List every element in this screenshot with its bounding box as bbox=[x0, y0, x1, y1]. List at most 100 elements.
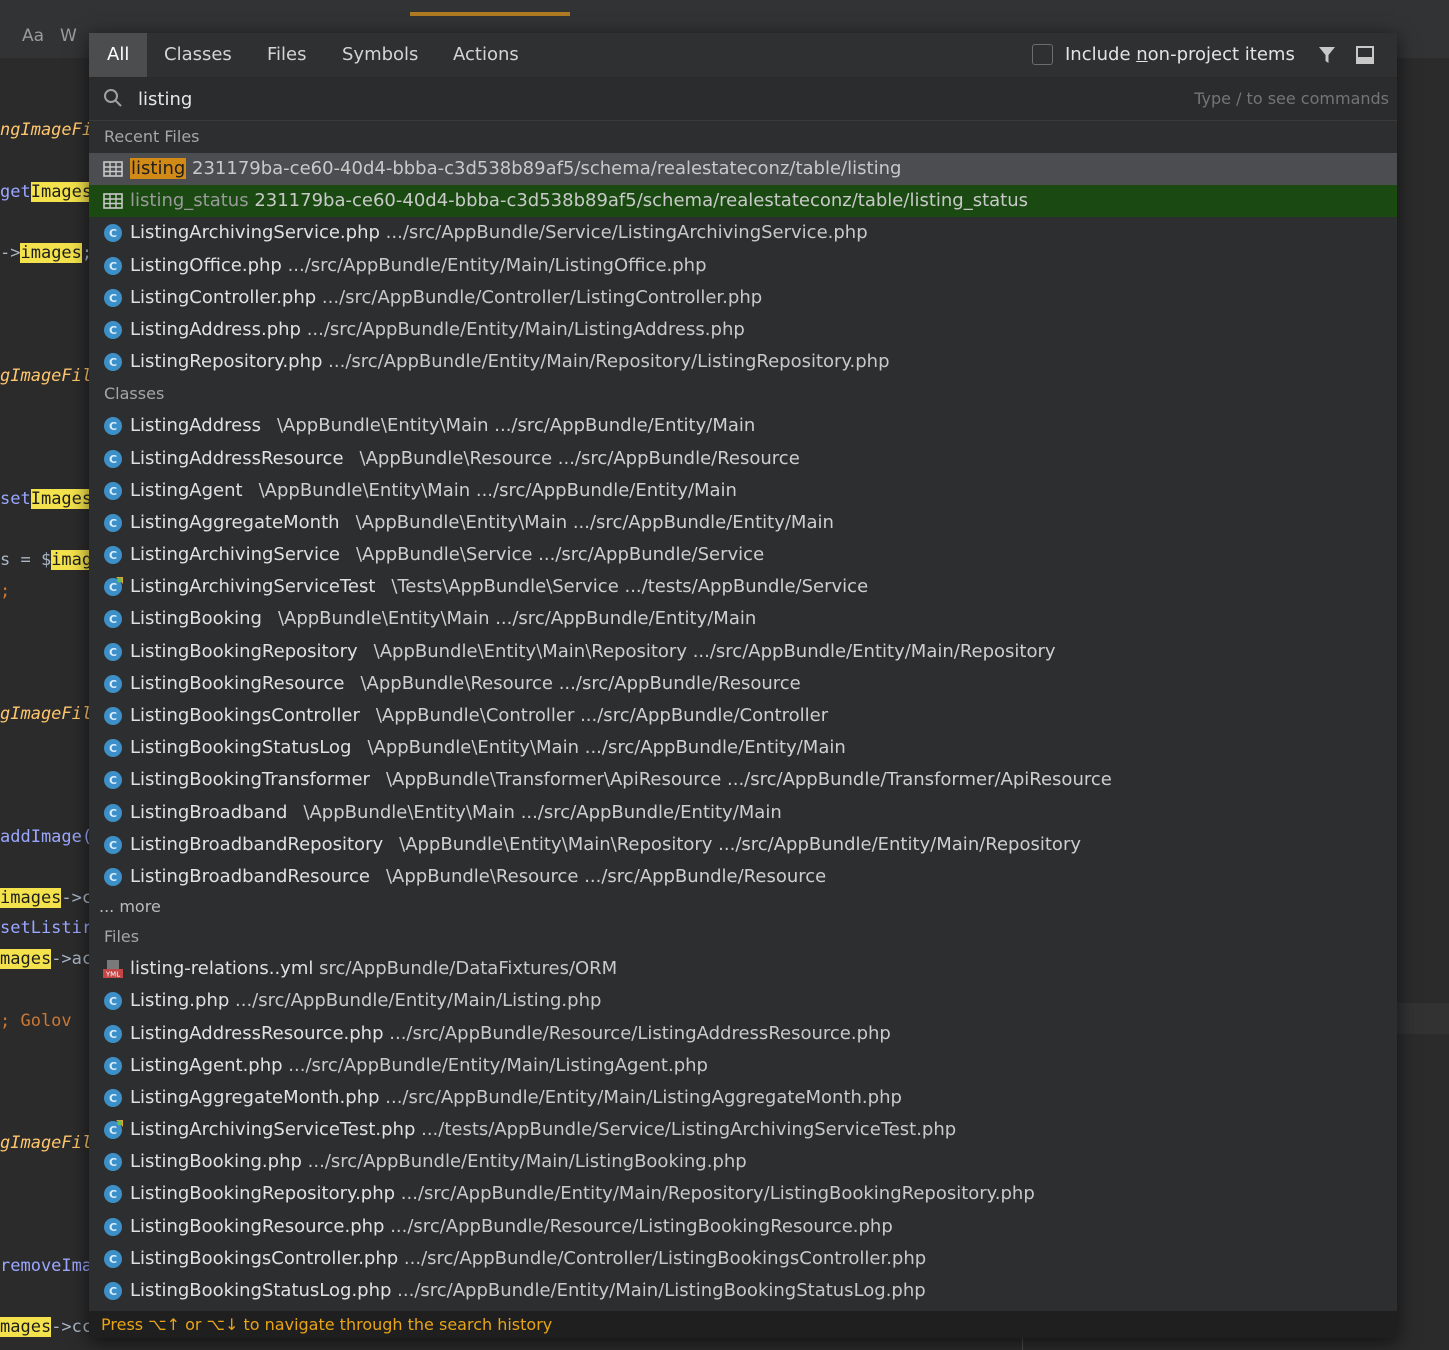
class-result-row[interactable]: C ListingBookingRepository \AppBundle\Enti… bbox=[89, 636, 1397, 668]
file-result-row[interactable]: C ListingArchivingService.php .../src/App… bbox=[89, 217, 1397, 249]
result-namespace: \AppBundle\Entity\Main\Repository .../sr… bbox=[373, 640, 1056, 662]
svg-text:C: C bbox=[109, 260, 117, 273]
code-line: addImage( bbox=[0, 827, 93, 847]
class-result-row[interactable]: C ListingAgent \AppBundle\Entity\Main .../… bbox=[89, 475, 1397, 507]
file-result-row[interactable]: C ListingBookingStatusLog.php .../src/App… bbox=[89, 1275, 1397, 1307]
result-namespace: \AppBundle\Entity\Main .../src/AppBundle… bbox=[277, 608, 757, 630]
file-result-row[interactable]: C ListingAddress.php .../src/AppBundle/En… bbox=[89, 314, 1397, 346]
class-result-row[interactable]: C ListingAddress \AppBundle\Entity\Main ..… bbox=[89, 410, 1397, 442]
result-namespace: \AppBundle\Entity\Main .../src/AppBundle… bbox=[276, 415, 756, 437]
class-result-row[interactable]: C ListingArchivingServiceTest \Tests\AppBu… bbox=[89, 571, 1397, 603]
svg-text:C: C bbox=[109, 227, 117, 240]
class-result-row[interactable]: C ListingBroadband \AppBundle\Entity\Main … bbox=[89, 797, 1397, 829]
code-line: ; bbox=[0, 581, 11, 601]
class-icon: C bbox=[104, 353, 122, 372]
open-in-window-icon[interactable] bbox=[1355, 45, 1375, 65]
result-namespace: \AppBundle\Entity\Main .../src/AppBundle… bbox=[258, 479, 737, 501]
result-name: ListingArchivingService.php bbox=[130, 222, 380, 244]
test-class-icon: C bbox=[104, 577, 123, 597]
file-result-row[interactable]: C ListingOffice.php .../src/AppBundle/Ent… bbox=[89, 250, 1397, 282]
class-result-row[interactable]: C ListingBookingStatusLog \AppBundle\Entit… bbox=[89, 732, 1397, 764]
tab-actions[interactable]: Actions bbox=[435, 33, 537, 77]
code-editor[interactable]: ngImageFi getImages ->images; gImageFil setI… bbox=[0, 58, 93, 1350]
file-result-row[interactable]: C ListingBooking.php .../src/AppBundle/En… bbox=[89, 1146, 1397, 1178]
svg-text:C: C bbox=[109, 1253, 117, 1266]
class-icon: C bbox=[104, 771, 122, 790]
svg-text:YML: YML bbox=[105, 971, 120, 979]
class-result-row[interactable]: C ListingAggregateMonth \AppBundle\Entity\… bbox=[89, 507, 1397, 539]
class-icon: C bbox=[104, 992, 122, 1011]
yml-file-icon: YML bbox=[103, 960, 123, 979]
file-result-row[interactable]: C ListingBookingsController.php .../src/A… bbox=[89, 1243, 1397, 1275]
code-line: getImages bbox=[0, 182, 93, 202]
file-result-row[interactable]: listing 231179ba-ce60-40d4-bbba-c3d538b8… bbox=[89, 153, 1397, 186]
class-icon: C bbox=[104, 1282, 122, 1300]
file-result-row[interactable]: C ListingBookingRepository.php .../src/Ap… bbox=[89, 1178, 1397, 1210]
result-path: .../src/AppBundle/Entity/Main/ListingAgg… bbox=[385, 1086, 902, 1108]
file-result-row[interactable]: C ListingAgent.php .../src/AppBundle/Enti… bbox=[89, 1050, 1397, 1082]
class-result-row[interactable]: C ListingAddressResource \AppBundle\Resour… bbox=[89, 443, 1397, 475]
svg-text:C: C bbox=[109, 678, 117, 691]
code-line: mages->cc bbox=[0, 1317, 93, 1337]
result-name: ListingBooking bbox=[130, 608, 262, 630]
class-result-row[interactable]: C ListingBookingTransformer \AppBundle\Tra… bbox=[89, 764, 1397, 796]
test-class-icon: C bbox=[104, 1120, 123, 1140]
file-result-row[interactable]: C ListingArchivingServiceTest.php .../tes… bbox=[89, 1114, 1397, 1146]
svg-text:C: C bbox=[109, 1028, 117, 1041]
filter-icon[interactable] bbox=[1317, 45, 1337, 65]
search-input[interactable] bbox=[133, 84, 1043, 114]
include-non-project-checkbox[interactable] bbox=[1032, 44, 1053, 65]
code-line: gImageFil bbox=[0, 366, 93, 386]
result-name: ListingController.php bbox=[130, 286, 317, 308]
include-non-project-toggle[interactable]: Include non-project items bbox=[1032, 44, 1295, 65]
class-icon: C bbox=[104, 481, 122, 500]
class-icon: C bbox=[104, 513, 122, 532]
more-classes-link[interactable]: ... more bbox=[89, 893, 1397, 921]
result-name: listing-relations..yml bbox=[130, 958, 314, 980]
class-result-row[interactable]: C ListingBooking \AppBundle\Entity\Main ..… bbox=[89, 603, 1397, 635]
tab-symbols[interactable]: Symbols bbox=[324, 33, 436, 77]
result-namespace: \AppBundle\Resource .../src/AppBundle/Re… bbox=[360, 672, 801, 694]
svg-text:C: C bbox=[109, 1285, 117, 1298]
whole-words-toggle[interactable]: W bbox=[60, 26, 77, 46]
result-name: ListingBookingsController bbox=[130, 705, 360, 726]
tab-files[interactable]: Files bbox=[249, 33, 325, 77]
class-result-row[interactable]: C ListingBookingsController \AppBundle\Con… bbox=[89, 700, 1397, 732]
class-icon: C bbox=[104, 1088, 122, 1107]
class-icon: C bbox=[104, 1217, 122, 1236]
file-result-row[interactable]: YML listing-relations..yml src/AppBundle/… bbox=[89, 953, 1397, 985]
class-result-row[interactable]: C ListingBroadbandResource \AppBundle\Reso… bbox=[89, 861, 1397, 893]
file-result-row[interactable]: C Listing.php .../src/AppBundle/Entity/Ma… bbox=[89, 985, 1397, 1017]
class-icon: C bbox=[104, 417, 122, 436]
result-name: ListingBookingStatusLog.php bbox=[130, 1280, 392, 1301]
tab-classes[interactable]: Classes bbox=[146, 33, 250, 77]
svg-text:C: C bbox=[109, 1092, 117, 1105]
svg-text:C: C bbox=[109, 1156, 117, 1169]
file-result-row[interactable]: C ListingBookingResource.php .../src/AppB… bbox=[89, 1211, 1397, 1243]
result-path: .../src/AppBundle/Resource/ListingAddres… bbox=[389, 1022, 891, 1044]
class-result-row[interactable]: C ListingBookingResource \AppBundle\Resour… bbox=[89, 668, 1397, 700]
file-result-row[interactable]: C ListingController.php .../src/AppBundle… bbox=[89, 282, 1397, 314]
class-icon: C bbox=[104, 1249, 122, 1268]
class-result-row[interactable]: C ListingBroadbandRepository \AppBundle\En… bbox=[89, 829, 1397, 861]
file-result-row[interactable]: C ListingAggregateMonth.php .../src/AppBu… bbox=[89, 1082, 1397, 1114]
class-icon: C bbox=[104, 803, 122, 822]
svg-text:C: C bbox=[109, 807, 117, 820]
file-result-row[interactable]: listing_status 231179ba-ce60-40d4-bbba-c… bbox=[89, 185, 1397, 218]
result-name: ListingAgent.php bbox=[130, 1054, 283, 1076]
svg-text:C: C bbox=[109, 1188, 117, 1201]
file-result-row[interactable]: C ListingRepository.php .../src/AppBundle… bbox=[89, 346, 1397, 378]
code-line: removeIma bbox=[0, 1256, 93, 1276]
editor-current-line bbox=[1397, 1003, 1449, 1034]
section-header-classes: Classes bbox=[104, 384, 165, 404]
match-case-toggle[interactable]: Aa bbox=[22, 26, 44, 46]
svg-text:C: C bbox=[109, 517, 117, 530]
class-result-row[interactable]: C ListingArchivingService \AppBundle\Servi… bbox=[89, 539, 1397, 571]
result-namespace: \AppBundle\Resource .../src/AppBundle/Re… bbox=[385, 865, 827, 887]
class-icon: C bbox=[104, 449, 122, 468]
svg-text:C: C bbox=[109, 613, 117, 626]
result-name: ListingBookingsController.php bbox=[130, 1247, 399, 1269]
tab-all[interactable]: All bbox=[89, 33, 148, 77]
file-result-row[interactable]: C ListingAddressResource.php .../src/AppB… bbox=[89, 1018, 1397, 1050]
result-name: ListingAddressResource.php bbox=[130, 1022, 384, 1044]
